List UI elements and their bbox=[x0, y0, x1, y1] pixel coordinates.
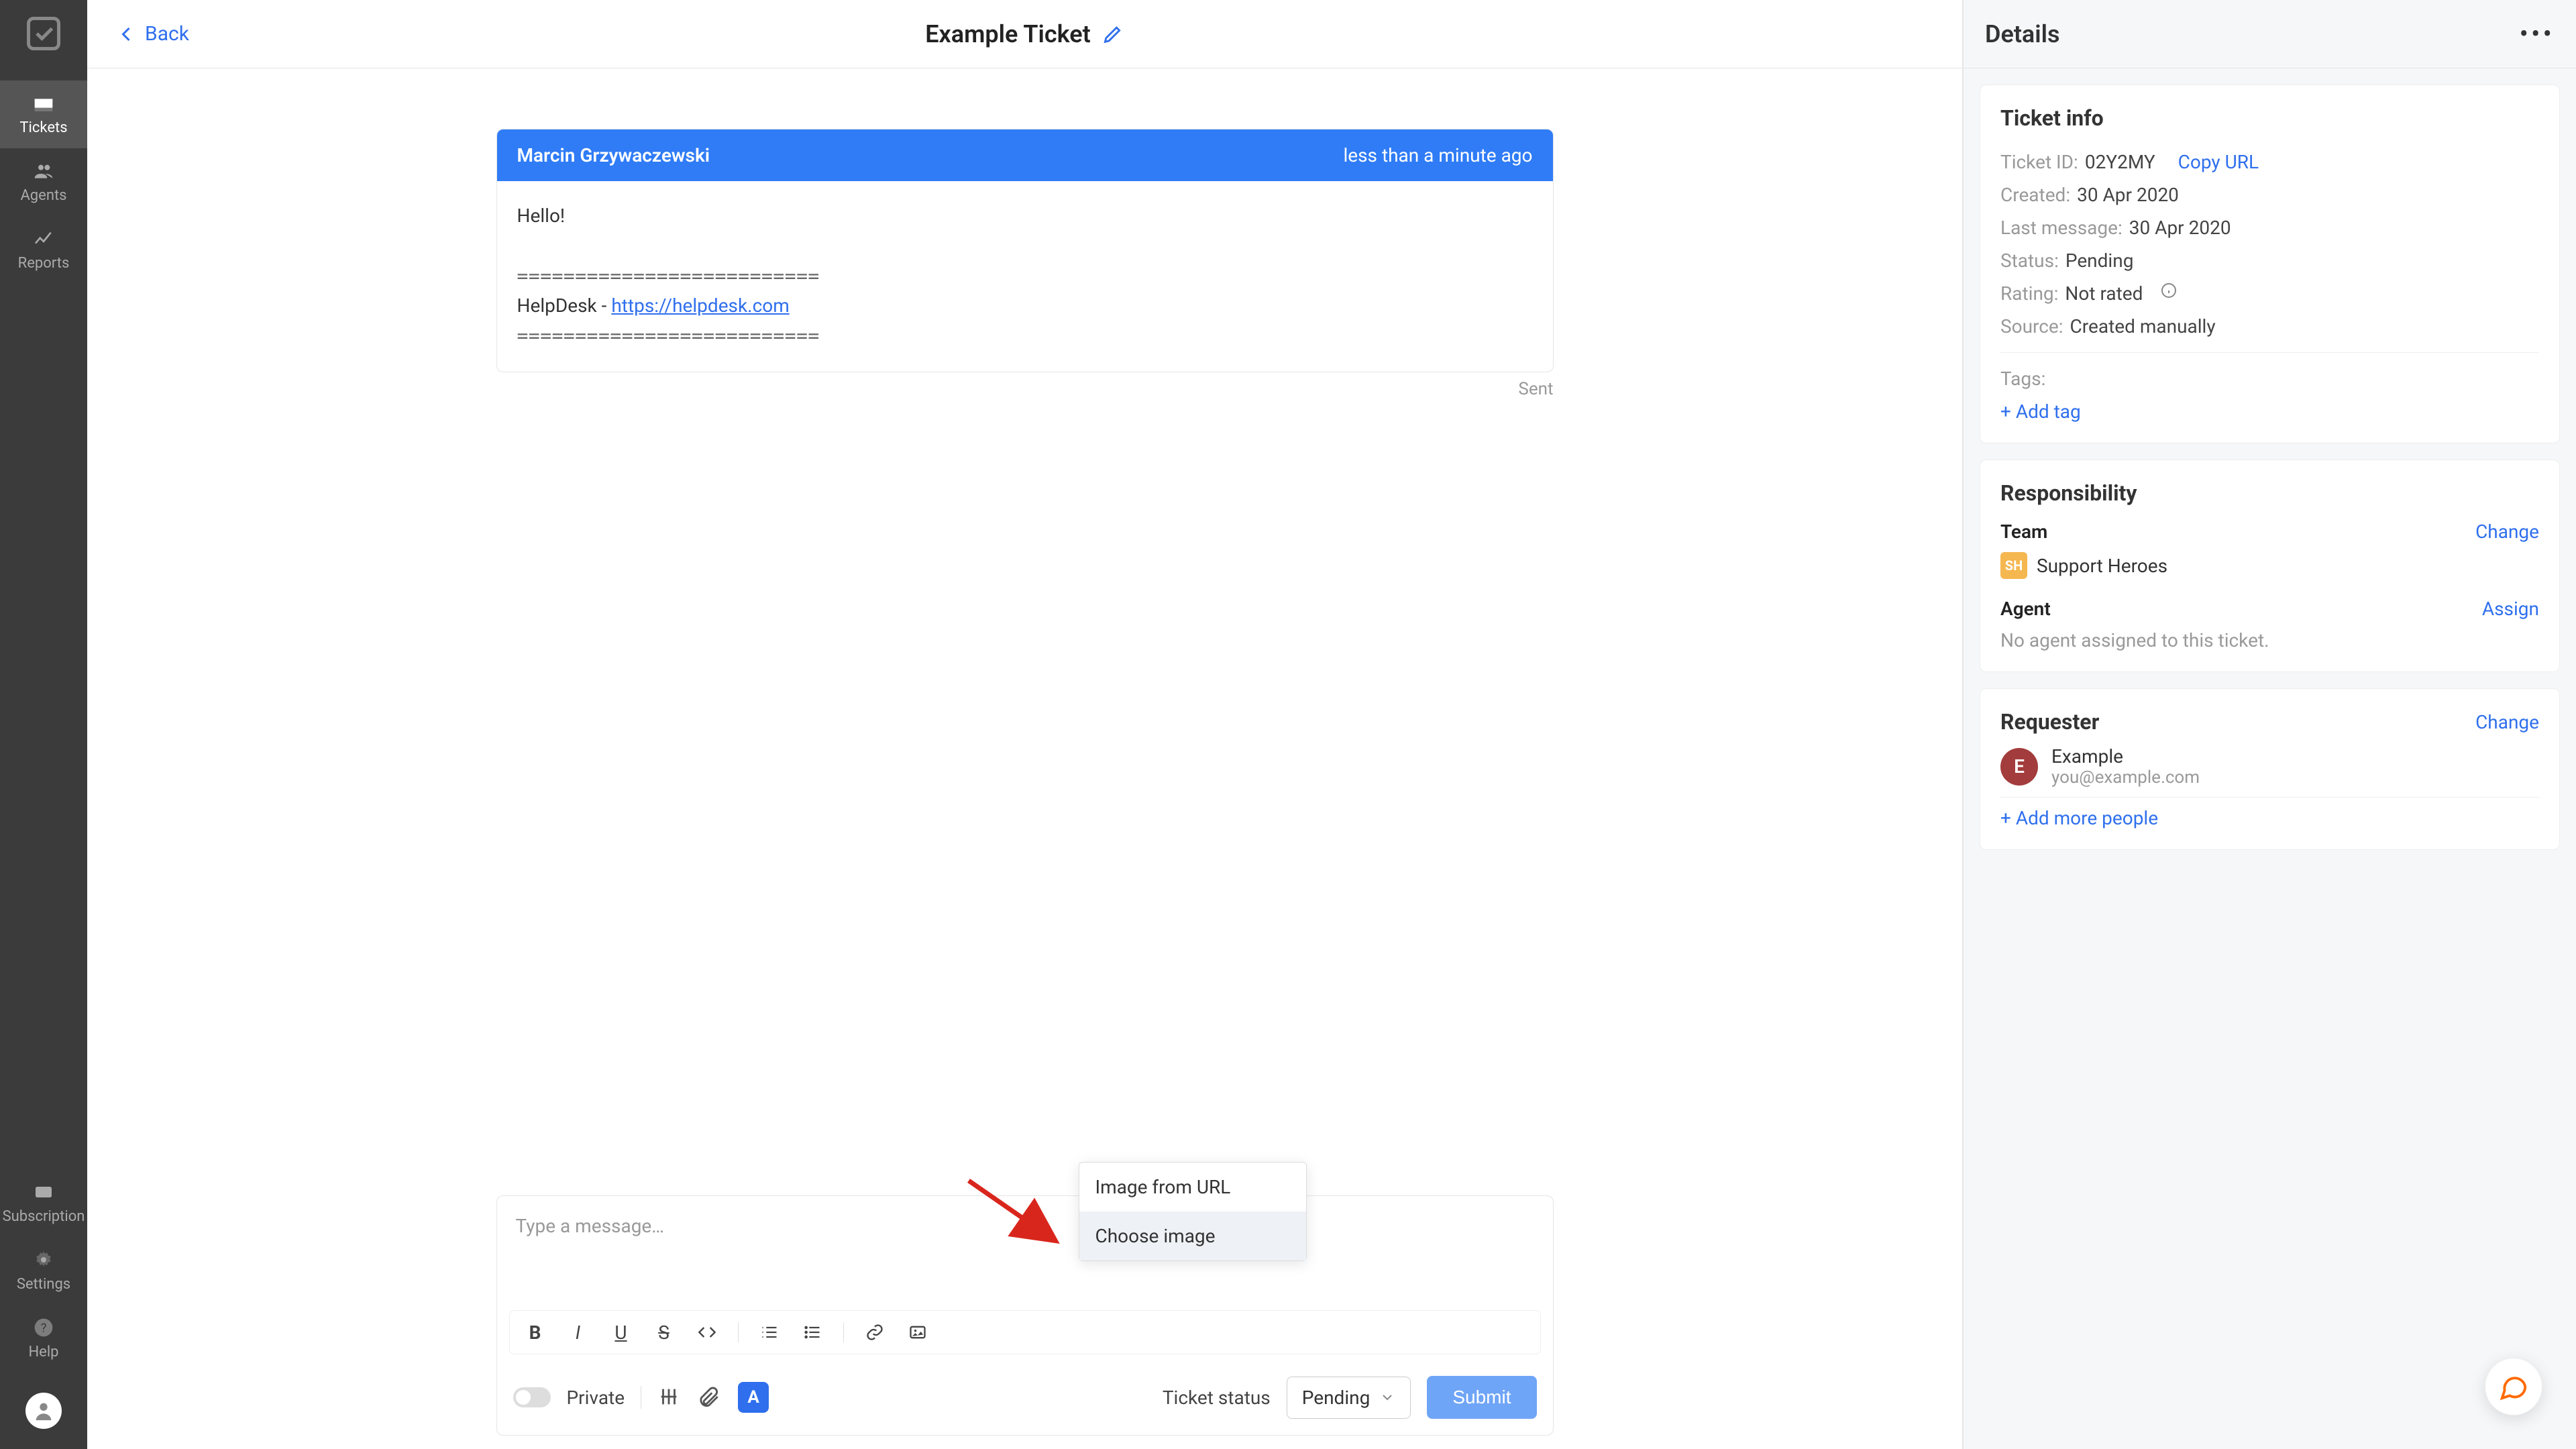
ticket-info-card: Ticket info Ticket ID: 02Y2MY Copy URL C… bbox=[1980, 85, 2560, 443]
last-msg-value: 30 Apr 2020 bbox=[2129, 217, 2231, 239]
requester-email: you@example.com bbox=[2051, 767, 2200, 788]
more-button[interactable]: ••• bbox=[2520, 18, 2555, 50]
canned-response-button[interactable] bbox=[657, 1385, 682, 1409]
responsibility-card: Responsibility Team Change SH Support He… bbox=[1980, 460, 2560, 672]
team-badge: SH bbox=[2000, 552, 2027, 579]
user-avatar[interactable] bbox=[25, 1393, 62, 1429]
rail-item-label: Agents bbox=[20, 187, 66, 204]
change-requester-button[interactable]: Change bbox=[2475, 711, 2539, 733]
details-panel: Details ••• Ticket info Ticket ID: 02Y2M… bbox=[1963, 0, 2576, 1449]
rail-item-subscription[interactable]: Subscription bbox=[0, 1169, 87, 1237]
change-team-button[interactable]: Change bbox=[2475, 521, 2539, 543]
unordered-list-button[interactable] bbox=[800, 1320, 824, 1344]
conversation-area: Marcin Grzywaczewski less than a minute … bbox=[87, 68, 1962, 1449]
signature-link[interactable]: https://helpdesk.com bbox=[611, 294, 789, 317]
add-more-people-button[interactable]: + Add more people bbox=[2000, 807, 2539, 829]
chat-fab[interactable] bbox=[2485, 1358, 2542, 1415]
ticket-id-value: 02Y2MY bbox=[2085, 151, 2155, 173]
left-rail: Tickets Agents Reports Subscription Sett… bbox=[0, 0, 87, 1449]
message-greeting: Hello! bbox=[517, 201, 1533, 231]
rail-item-label: Tickets bbox=[19, 119, 67, 136]
help-icon: ? bbox=[28, 1317, 59, 1338]
rating-value: Not rated bbox=[2065, 282, 2143, 305]
message-separator: ========================== bbox=[517, 262, 1533, 292]
rail-item-tickets[interactable]: Tickets bbox=[0, 80, 87, 148]
format-toolbar: B I U S bbox=[509, 1310, 1541, 1354]
bold-button[interactable]: B bbox=[523, 1320, 547, 1344]
message-author: Marcin Grzywaczewski bbox=[517, 144, 710, 166]
chevron-down-icon bbox=[1379, 1389, 1395, 1405]
arrow-left-icon bbox=[114, 22, 138, 46]
ordered-list-button[interactable] bbox=[757, 1320, 782, 1344]
reports-icon bbox=[28, 228, 59, 250]
subscription-icon bbox=[28, 1181, 59, 1203]
ticket-status-select[interactable]: Pending bbox=[1287, 1377, 1411, 1419]
requester-avatar: E bbox=[2000, 748, 2038, 786]
link-button[interactable] bbox=[863, 1320, 887, 1344]
status-value: Pending bbox=[2065, 250, 2134, 272]
no-agent-text: No agent assigned to this ticket. bbox=[2000, 629, 2539, 651]
strike-button[interactable]: S bbox=[652, 1320, 676, 1344]
back-button[interactable]: Back bbox=[114, 22, 189, 46]
composer-footer: Private A Ticket status Pending Submit bbox=[497, 1365, 1553, 1435]
header: Back Example Ticket bbox=[87, 0, 1962, 68]
agents-icon bbox=[28, 160, 59, 182]
rail-item-label: Subscription bbox=[3, 1208, 85, 1225]
tags-label: Tags: bbox=[2000, 368, 2045, 390]
edit-title-button[interactable] bbox=[1102, 23, 1124, 46]
message-card: Marcin Grzywaczewski less than a minute … bbox=[496, 129, 1554, 372]
team-label: Team bbox=[2000, 521, 2047, 543]
agent-label: Agent bbox=[2000, 598, 2051, 620]
rail-item-help[interactable]: ? Help bbox=[0, 1305, 87, 1373]
attachment-button[interactable] bbox=[698, 1385, 722, 1409]
rail-item-label: Help bbox=[28, 1344, 58, 1360]
info-icon bbox=[2161, 282, 2177, 299]
message-separator: ========================== bbox=[517, 321, 1533, 352]
submit-button[interactable]: Submit bbox=[1427, 1376, 1536, 1419]
message-status: Sent bbox=[496, 379, 1554, 399]
page-title: Example Ticket bbox=[925, 20, 1091, 48]
created-value: 30 Apr 2020 bbox=[2077, 184, 2179, 206]
rail-item-agents[interactable]: Agents bbox=[0, 148, 87, 216]
requester-card: Requester Change E Example you@example.c… bbox=[1980, 688, 2560, 850]
rail-item-reports[interactable]: Reports bbox=[0, 216, 87, 284]
back-label: Back bbox=[145, 22, 189, 46]
code-button[interactable] bbox=[695, 1320, 719, 1344]
assign-agent-button[interactable]: Assign bbox=[2482, 598, 2539, 620]
message-signature: HelpDesk - https://helpdesk.com bbox=[517, 291, 1533, 321]
ticket-status-label: Ticket status bbox=[1163, 1387, 1271, 1409]
ticket-status-value: Pending bbox=[1302, 1387, 1371, 1409]
card-heading: Responsibility bbox=[2000, 480, 2539, 506]
popup-choose-image[interactable]: Choose image bbox=[1079, 1212, 1306, 1260]
private-label: Private bbox=[567, 1387, 625, 1409]
card-heading: Requester bbox=[2000, 709, 2099, 735]
underline-button[interactable]: U bbox=[609, 1320, 633, 1344]
message-time: less than a minute ago bbox=[1343, 144, 1532, 166]
private-toggle[interactable] bbox=[513, 1387, 551, 1407]
gear-icon bbox=[28, 1249, 59, 1271]
italic-button[interactable]: I bbox=[566, 1320, 590, 1344]
message-body: Hello! ========================== HelpDe… bbox=[497, 181, 1553, 372]
requester-name: Example bbox=[2051, 745, 2200, 767]
svg-text:?: ? bbox=[41, 1321, 47, 1336]
team-name: Support Heroes bbox=[2037, 555, 2167, 577]
rail-item-settings[interactable]: Settings bbox=[0, 1237, 87, 1305]
source-value: Created manually bbox=[2070, 315, 2216, 337]
annotation-arrow bbox=[962, 1174, 1069, 1254]
tickets-icon bbox=[28, 93, 59, 114]
copy-url-button[interactable]: Copy URL bbox=[2178, 151, 2259, 173]
text-color-button[interactable]: A bbox=[738, 1382, 769, 1413]
rail-item-label: Reports bbox=[18, 255, 70, 272]
details-title: Details bbox=[1985, 20, 2059, 48]
popup-image-from-url[interactable]: Image from URL bbox=[1079, 1163, 1306, 1212]
add-tag-button[interactable]: + Add tag bbox=[2000, 400, 2539, 423]
chat-icon bbox=[2498, 1371, 2529, 1402]
image-insert-popup: Image from URL Choose image bbox=[1079, 1162, 1307, 1261]
card-heading: Ticket info bbox=[2000, 105, 2539, 131]
image-button[interactable] bbox=[906, 1320, 930, 1344]
rail-item-label: Settings bbox=[17, 1276, 70, 1293]
app-logo bbox=[23, 13, 64, 54]
